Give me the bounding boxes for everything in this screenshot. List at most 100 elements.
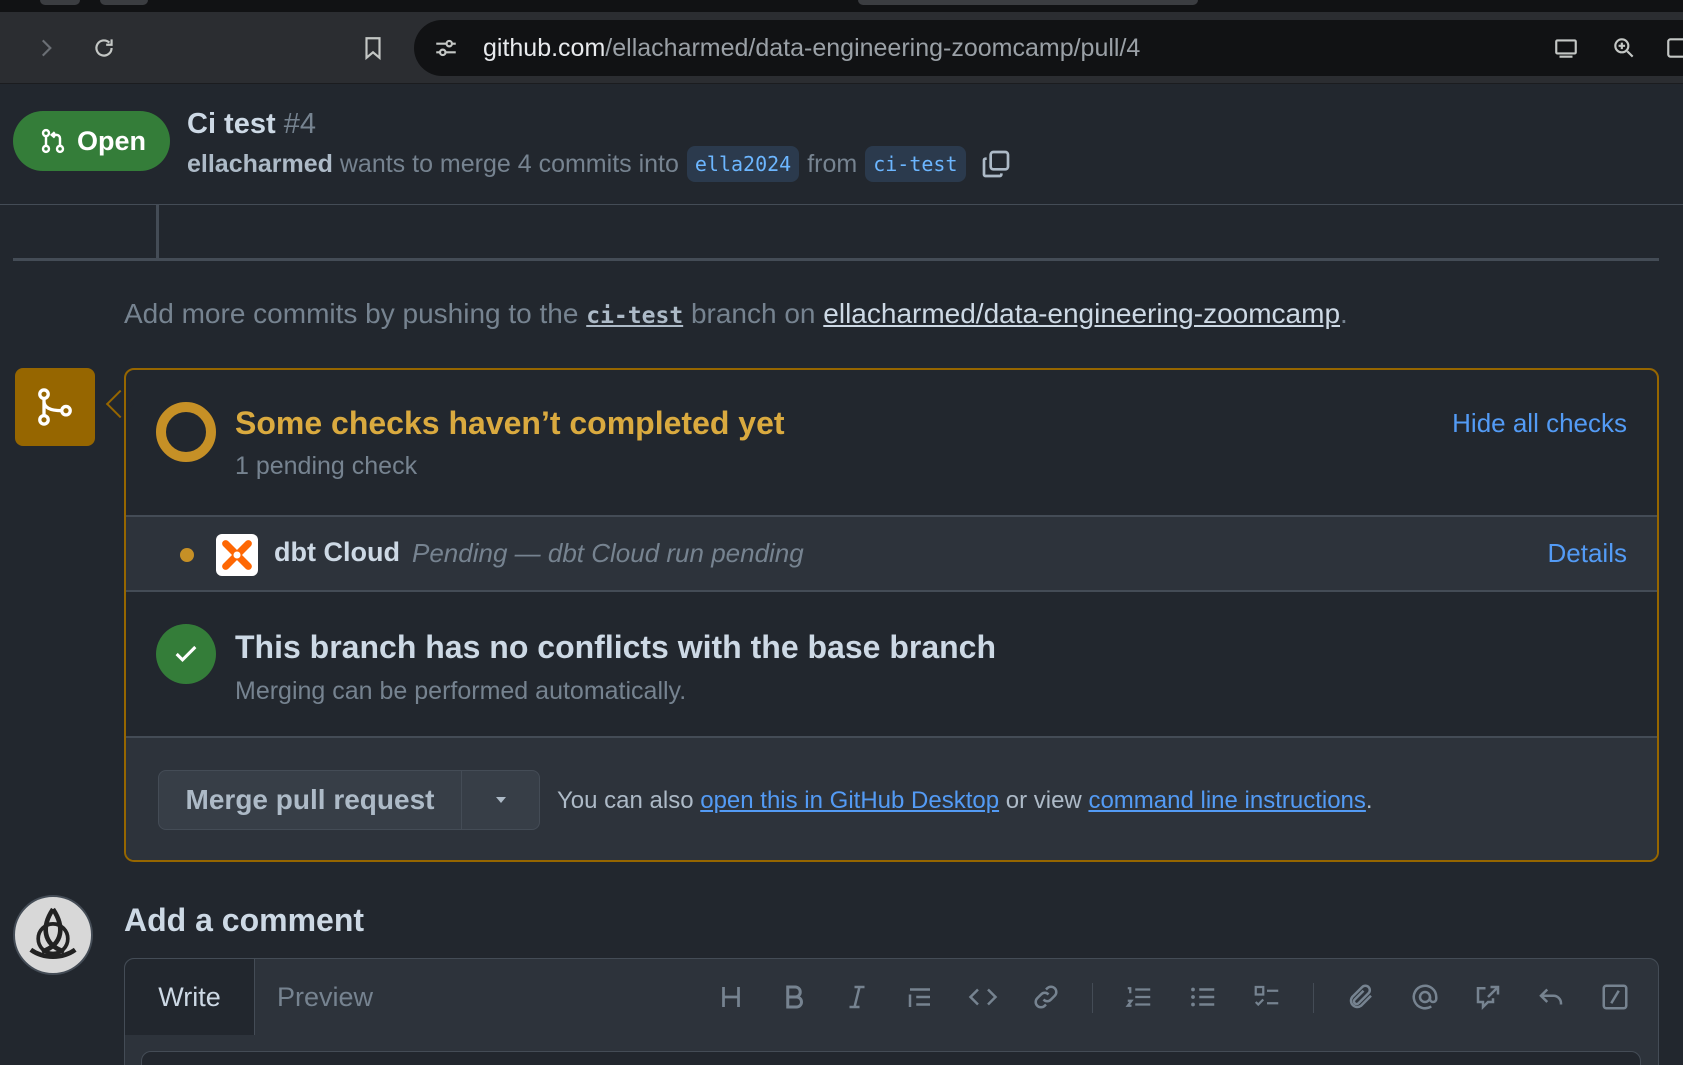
url-text[interactable]: github.com/ellacharmed/data-engineering-…: [483, 32, 1140, 64]
install-app-button[interactable]: [1548, 30, 1584, 66]
pr-state-badge: Open: [13, 111, 170, 171]
pr-subtitle: ellacharmed wants to merge 4 commits int…: [187, 146, 1012, 182]
pending-dot-icon: [180, 548, 194, 562]
merge-alt-middle: or view: [1005, 787, 1082, 814]
cross-reference-button[interactable]: [1470, 979, 1506, 1015]
checks-subtitle: 1 pending check: [235, 452, 418, 480]
quote-icon: [908, 988, 930, 1007]
zoom-button[interactable]: [1606, 30, 1642, 66]
pr-from-text: from: [807, 149, 858, 178]
check-icon: [175, 645, 197, 662]
merge-status-icon-box: [15, 368, 95, 446]
push-hint-middle: branch on: [690, 298, 816, 329]
merge-alternatives: You can also open this in GitHub Desktop…: [557, 787, 1373, 815]
pr-sticky-header: Open Ci test #4 ellacharmed wants to mer…: [0, 84, 1683, 205]
slash-command-button[interactable]: [1597, 979, 1633, 1015]
bookmark-icon: [365, 37, 381, 61]
reload-button[interactable]: [86, 30, 122, 66]
heading-icon: [722, 987, 740, 1007]
copy-icon[interactable]: [980, 148, 1012, 180]
bookmark-button[interactable]: [355, 30, 391, 66]
reload-icon: [95, 39, 113, 57]
dbt-cloud-logo-icon: [216, 534, 258, 576]
reply-icon: [1539, 988, 1563, 1005]
url-host: github.com: [483, 34, 606, 62]
site-settings-button[interactable]: [428, 30, 464, 66]
command-line-instructions-link[interactable]: command line instructions: [1088, 787, 1365, 814]
quote-button[interactable]: [902, 979, 938, 1015]
toolbar-divider: [1313, 983, 1314, 1013]
pr-title-text: Ci test: [187, 108, 276, 140]
pr-author-link[interactable]: ellacharmed: [187, 150, 333, 179]
slash-command-icon: [1602, 984, 1628, 1010]
checks-summary: Some checks haven’t completed yet 1 pend…: [126, 370, 1657, 517]
link-icon: [1034, 985, 1058, 1009]
forward-icon: [41, 39, 52, 57]
sidebar-button[interactable]: [1660, 30, 1683, 66]
toolbar-divider: [1092, 983, 1093, 1013]
ordered-list-icon: [1125, 987, 1151, 1007]
hide-all-checks-link[interactable]: Hide all checks: [1452, 408, 1627, 439]
ordered-list-button[interactable]: [1121, 979, 1157, 1015]
check-details-link[interactable]: Details: [1548, 538, 1627, 569]
conflicts-subtitle: Merging can be performed automatically.: [235, 677, 687, 705]
merge-pull-request-button[interactable]: Merge pull request: [159, 771, 462, 829]
conflicts-title: This branch has no conflicts with the ba…: [235, 629, 997, 665]
bold-button[interactable]: [776, 979, 812, 1015]
comment-textarea[interactable]: [141, 1051, 1641, 1065]
push-hint-branch: ci-test: [586, 303, 684, 329]
open-in-desktop-link[interactable]: open this in GitHub Desktop: [700, 787, 999, 814]
browser-tab[interactable]: [40, 0, 80, 5]
triangle-down-icon: [495, 797, 506, 803]
merge-alt-suffix: .: [1365, 787, 1373, 814]
italic-button[interactable]: [839, 979, 875, 1015]
head-branch-chip[interactable]: ci-test: [865, 146, 966, 182]
forward-button[interactable]: [28, 30, 64, 66]
comment-editor: Write Preview: [124, 958, 1659, 1065]
attach-button[interactable]: [1343, 979, 1379, 1015]
timeline-line: [156, 205, 159, 259]
merge-alt-prefix: You can also: [557, 787, 694, 814]
heading-button[interactable]: [713, 979, 749, 1015]
push-hint: Add more commits by pushing to the ci-te…: [124, 298, 1348, 330]
italic-icon: [849, 985, 865, 1009]
task-list-icon: [1254, 985, 1279, 1007]
repo-link[interactable]: ellacharmed/data-engineering-zoomcamp: [823, 298, 1340, 329]
browser-tab-strip: [0, 0, 1683, 12]
paperclip-icon: [1349, 984, 1372, 1009]
task-list-button[interactable]: [1249, 979, 1285, 1015]
merge-actions: Merge pull request You can also open thi…: [126, 738, 1657, 860]
unordered-list-icon: [1191, 987, 1215, 1007]
add-comment-heading: Add a comment: [124, 902, 365, 938]
pr-state-label: Open: [77, 125, 147, 156]
cross-reference-icon: [1476, 985, 1500, 1011]
bold-icon: [786, 985, 803, 1009]
zoom-icon: [1614, 38, 1634, 58]
push-hint-suffix: .: [1340, 298, 1348, 329]
tab-write[interactable]: Write: [125, 959, 255, 1035]
check-row: dbt Cloud Pending — dbt Cloud run pendin…: [126, 517, 1657, 592]
mention-button[interactable]: [1407, 979, 1443, 1015]
check-name: dbt Cloud: [274, 537, 400, 567]
browser-tab[interactable]: [100, 0, 148, 5]
unordered-list-button[interactable]: [1185, 979, 1221, 1015]
link-button[interactable]: [1028, 979, 1064, 1015]
code-button[interactable]: [965, 979, 1001, 1015]
url-path: /ellacharmed/data-engineering-zoomcamp/p…: [605, 34, 1141, 62]
conflicts-status: This branch has no conflicts with the ba…: [126, 592, 1657, 738]
browser-tab-active[interactable]: [858, 0, 1198, 5]
pr-merge-text: wants to merge 4 commits into: [339, 149, 679, 178]
merge-button-group: Merge pull request: [158, 770, 540, 830]
checks-title: Some checks haven’t completed yet: [235, 405, 785, 441]
tab-preview[interactable]: Preview: [265, 959, 385, 1035]
avatar[interactable]: [13, 895, 93, 975]
git-branch-icon: [38, 388, 72, 426]
check-status: Pending — dbt Cloud run pending: [412, 538, 804, 568]
saved-reply-button[interactable]: [1533, 979, 1569, 1015]
install-app-icon: [1555, 39, 1577, 58]
merge-method-dropdown[interactable]: [462, 771, 539, 829]
base-branch-chip[interactable]: ella2024: [686, 146, 800, 182]
pending-status-icon: [156, 402, 216, 462]
merge-box: Some checks haven’t completed yet 1 pend…: [124, 368, 1659, 862]
code-icon: [968, 988, 998, 1006]
